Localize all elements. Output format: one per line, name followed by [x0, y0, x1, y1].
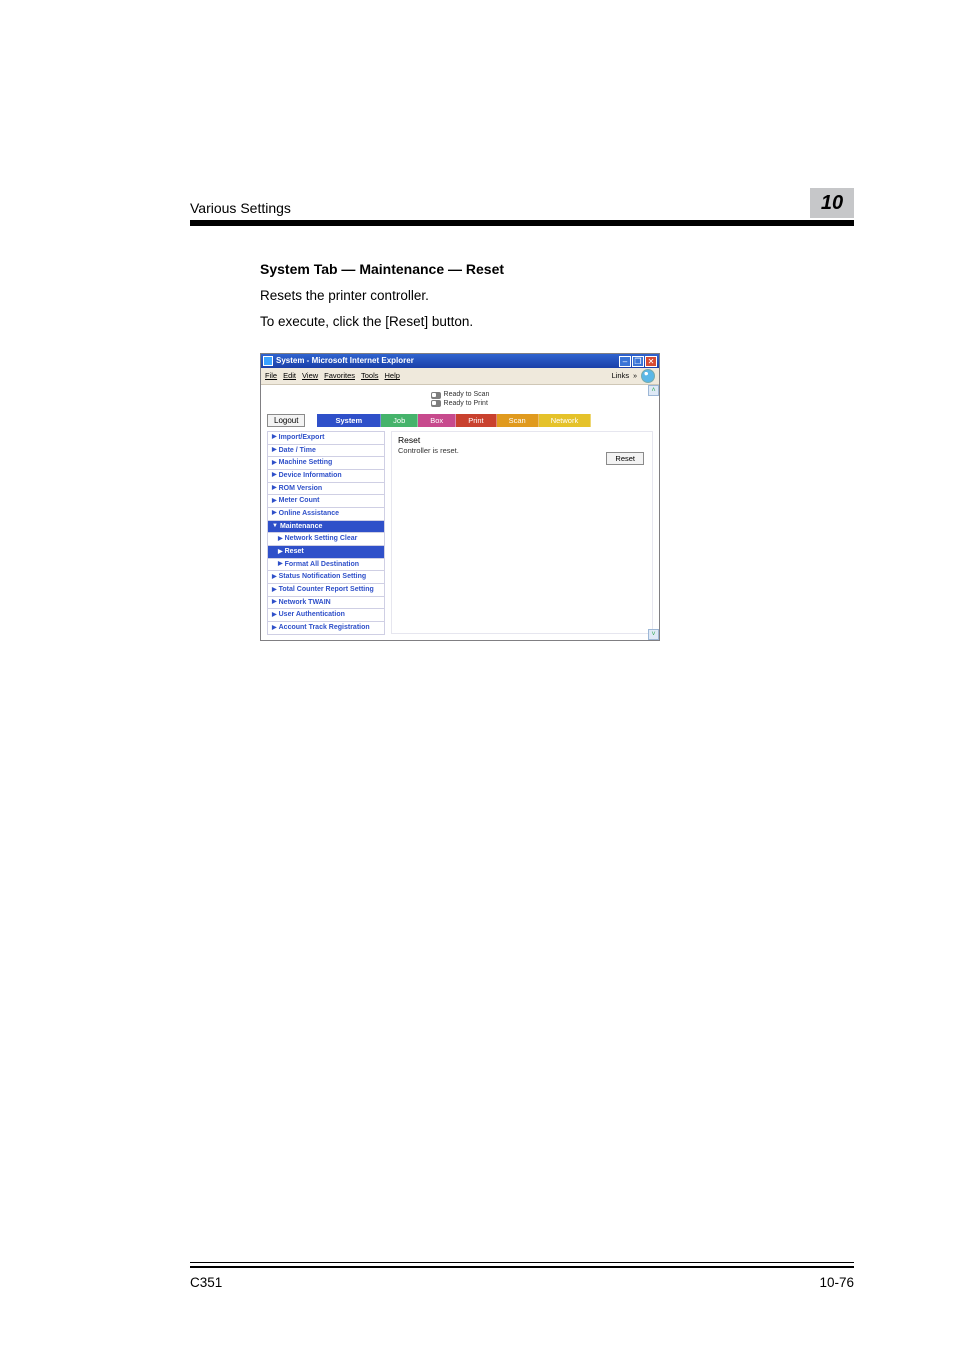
running-title: Various Settings	[190, 200, 854, 220]
tab-scan[interactable]: Scan	[497, 414, 539, 427]
menu-favorites[interactable]: Favorites	[324, 372, 355, 380]
triangle-icon: ▶	[272, 510, 277, 517]
window-title: System - Microsoft Internet Explorer	[276, 357, 414, 366]
triangle-icon: ▶	[272, 498, 277, 505]
section-paragraph-2: To execute, click the [Reset] button.	[260, 313, 854, 331]
section-title: System Tab — Maintenance — Reset	[260, 261, 854, 277]
sidebar-sub-format-all-destination[interactable]: ▶Format All Destination	[267, 558, 385, 572]
sidebar-item-network-twain[interactable]: ▶Network TWAIN	[267, 596, 385, 610]
ie-icon	[263, 356, 273, 366]
tab-system[interactable]: System	[317, 414, 381, 427]
main-panel: Reset Controller is reset. Reset	[391, 431, 653, 634]
print-status-text: Ready to Print	[444, 400, 488, 408]
content-row: ▶Import/Export ▶Date / Time ▶Machine Set…	[261, 431, 659, 640]
panel-heading: Reset	[398, 436, 646, 445]
throbber-icon	[641, 369, 655, 383]
document-page: Various Settings 10 System Tab — Mainten…	[0, 0, 954, 1350]
sidebar-item-user-authentication[interactable]: ▶User Authentication	[267, 608, 385, 622]
device-status-area: Ready to Scan Ready to Print	[261, 385, 659, 411]
triangle-icon: ▶	[272, 472, 277, 479]
tab-box[interactable]: Box	[418, 414, 456, 427]
menu-edit[interactable]: Edit	[283, 372, 296, 380]
footer-page-number: 10-76	[819, 1275, 854, 1290]
sidebar-item-status-notification[interactable]: ▶Status Notification Setting	[267, 570, 385, 584]
sidebar-item-rom-version[interactable]: ▶ROM Version	[267, 482, 385, 496]
triangle-icon: ▶	[272, 599, 277, 606]
sidebar: ▶Import/Export ▶Date / Time ▶Machine Set…	[267, 431, 385, 634]
chapter-number-badge: 10	[810, 188, 854, 218]
menu-tools[interactable]: Tools	[361, 372, 379, 380]
browser-menubar: File Edit View Favorites Tools Help Link…	[261, 368, 659, 385]
sidebar-item-machine-setting[interactable]: ▶Machine Setting	[267, 456, 385, 470]
scan-status-text: Ready to Scan	[444, 391, 490, 399]
sidebar-item-device-information[interactable]: ▶Device Information	[267, 469, 385, 483]
triangle-icon: ▶	[272, 612, 277, 619]
triangle-icon: ▶	[272, 625, 277, 632]
close-button[interactable]: ✕	[645, 356, 657, 367]
triangle-icon: ▶	[278, 536, 283, 543]
footer-model: C351	[190, 1275, 222, 1290]
tab-bar: Logout System Job Box Print Scan Network	[261, 412, 659, 431]
tab-network[interactable]: Network	[539, 414, 592, 427]
reset-button[interactable]: Reset	[606, 452, 644, 465]
minimize-button[interactable]: –	[619, 356, 631, 367]
sidebar-item-maintenance[interactable]: ▼Maintenance	[267, 520, 385, 534]
sidebar-item-import-export[interactable]: ▶Import/Export	[267, 431, 385, 445]
triangle-icon: ▶	[272, 574, 277, 581]
header-rule	[190, 220, 854, 226]
page-footer: C351 10-76	[190, 1262, 854, 1290]
section-paragraph-1: Resets the printer controller.	[260, 287, 854, 305]
footer-rule	[190, 1262, 854, 1268]
triangle-icon: ▶	[272, 447, 277, 454]
triangle-down-icon: ▼	[272, 523, 278, 530]
menu-help[interactable]: Help	[385, 372, 400, 380]
page-header: Various Settings 10	[190, 200, 854, 226]
triangle-icon: ▶	[272, 485, 277, 492]
sidebar-sub-network-setting-clear[interactable]: ▶Network Setting Clear	[267, 532, 385, 546]
logout-button[interactable]: Logout	[267, 414, 305, 427]
maximize-button[interactable]: ❐	[632, 356, 644, 367]
triangle-icon: ▶	[272, 434, 277, 441]
links-chevron-icon[interactable]: »	[633, 373, 637, 381]
triangle-icon: ▶	[272, 460, 277, 467]
tab-print[interactable]: Print	[456, 414, 496, 427]
sidebar-sub-reset[interactable]: ▶Reset	[267, 545, 385, 559]
sidebar-item-date-time[interactable]: ▶Date / Time	[267, 444, 385, 458]
browser-window: System - Microsoft Internet Explorer – ❐…	[260, 353, 660, 640]
window-titlebar: System - Microsoft Internet Explorer – ❐…	[261, 354, 659, 368]
sidebar-item-total-counter-report[interactable]: ▶Total Counter Report Setting	[267, 583, 385, 597]
sidebar-item-online-assistance[interactable]: ▶Online Assistance	[267, 507, 385, 521]
tab-job[interactable]: Job	[381, 414, 418, 427]
scanner-icon	[431, 392, 441, 399]
browser-body: ˄ Ready to Scan Ready to Print Logout	[261, 385, 659, 639]
triangle-icon: ▶	[278, 549, 283, 556]
sidebar-item-meter-count[interactable]: ▶Meter Count	[267, 494, 385, 508]
printer-icon	[431, 400, 441, 407]
triangle-icon: ▶	[278, 561, 283, 568]
menu-view[interactable]: View	[302, 372, 318, 380]
menu-file[interactable]: File	[265, 372, 277, 380]
scroll-down-button[interactable]: ˅	[648, 629, 659, 640]
links-label[interactable]: Links	[612, 372, 630, 380]
sidebar-item-account-track-registration[interactable]: ▶Account Track Registration	[267, 621, 385, 635]
triangle-icon: ▶	[272, 587, 277, 594]
